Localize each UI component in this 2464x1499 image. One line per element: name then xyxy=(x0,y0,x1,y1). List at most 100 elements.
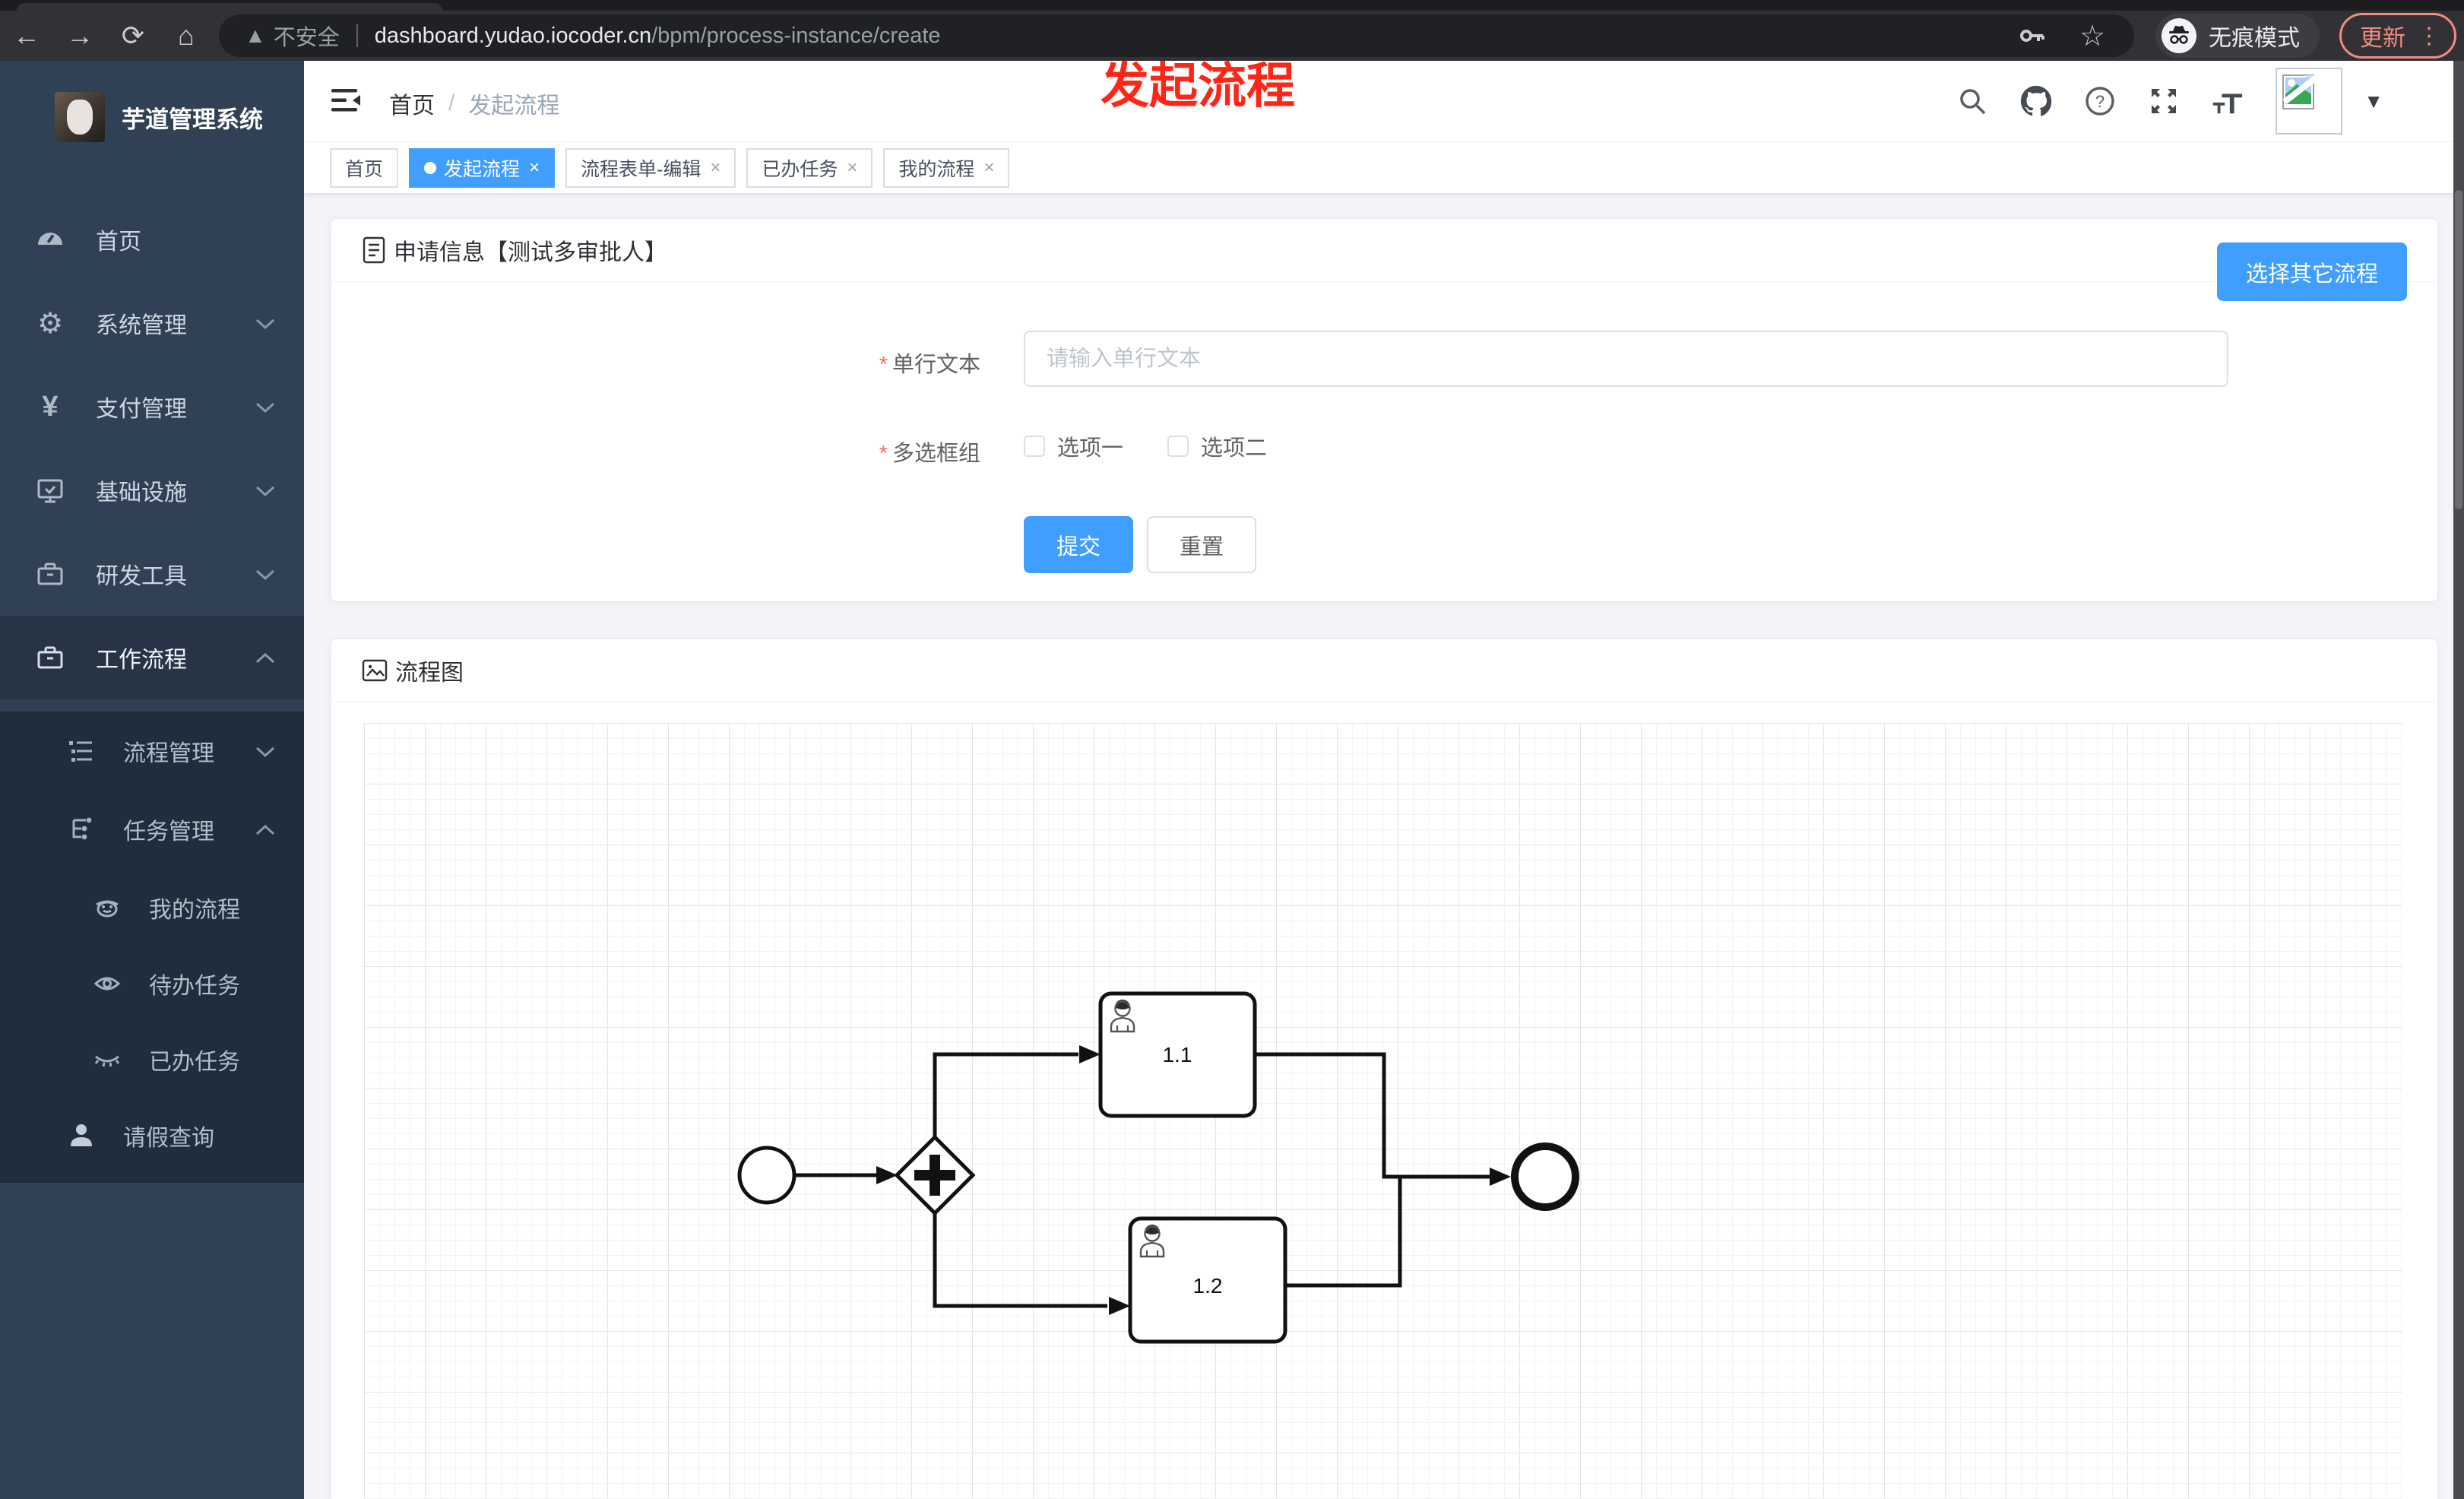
bpmn-parallel-gateway[interactable] xyxy=(894,1134,976,1216)
dashboard-icon xyxy=(35,224,65,255)
forward-icon[interactable]: → xyxy=(53,20,106,52)
url-domain: dashboard.yudao.iocoder.cn xyxy=(374,23,652,48)
required-asterisk: * xyxy=(879,353,888,377)
choose-other-process-button[interactable]: 选择其它流程 xyxy=(2217,242,2407,301)
monitor-icon xyxy=(35,475,65,505)
chevron-up-icon xyxy=(255,645,275,670)
sidebar-item-label: 待办任务 xyxy=(149,973,240,999)
sidebar-item-payment[interactable]: ¥ 支付管理 xyxy=(0,365,304,448)
checkbox-icon[interactable] xyxy=(1167,436,1189,457)
flow-task2-to-end xyxy=(1285,1177,1402,1288)
eye-closed-icon xyxy=(93,1045,122,1074)
browser-active-tab[interactable] xyxy=(17,3,442,11)
sidebar-item-workflow[interactable]: 工作流程 xyxy=(0,616,304,699)
sidebar-item-devtools[interactable]: 研发工具 xyxy=(0,532,304,616)
process-diagram-card: 流程图 1.1 1.2 xyxy=(331,639,2438,1499)
sidebar-item-done-tasks[interactable]: 已办任务 xyxy=(0,1020,304,1098)
app-logo-row[interactable]: 芋道管理系统 xyxy=(0,71,304,163)
fullscreen-icon[interactable] xyxy=(2148,85,2180,117)
bookmark-star-icon[interactable]: ☆ xyxy=(2076,20,2108,52)
tab-label: 发起流程 xyxy=(444,158,521,180)
omnibox-divider xyxy=(356,24,358,47)
single-text-input[interactable] xyxy=(1024,331,2228,387)
sidebar-item-home[interactable]: 首页 xyxy=(0,198,304,281)
face-icon xyxy=(93,893,122,922)
task-tree-icon xyxy=(67,815,96,844)
chevron-down-icon xyxy=(255,310,275,336)
sidebar-collapse-icon[interactable] xyxy=(331,87,362,114)
checkbox-label: 选项二 xyxy=(1201,436,1268,461)
back-icon[interactable]: ← xyxy=(0,20,53,52)
browser-menu-icon[interactable]: ⋮ xyxy=(2418,23,2440,49)
flow-task1-to-end xyxy=(1255,1052,1490,1179)
breadcrumb-current: 发起流程 xyxy=(468,93,560,119)
sidebar-submenu-workflow: 流程管理 任务管理 我的流程 待办任务 已办任务 请假查询 xyxy=(0,711,304,1183)
incognito-label: 无痕模式 xyxy=(2209,26,2300,51)
sidebar-item-label: 我的流程 xyxy=(149,897,240,923)
search-icon[interactable] xyxy=(1956,85,1988,117)
github-icon[interactable] xyxy=(2020,85,2052,117)
tab-done-tasks[interactable]: 已办任务 × xyxy=(746,147,873,188)
close-icon[interactable]: × xyxy=(529,157,540,179)
tab-create-process[interactable]: 发起流程 × xyxy=(409,147,556,188)
document-icon xyxy=(362,236,386,264)
sidebar-item-system[interactable]: ⚙ 系统管理 xyxy=(0,281,304,365)
password-key-icon[interactable] xyxy=(2016,20,2048,52)
sidebar-item-label: 任务管理 xyxy=(123,819,214,845)
tags-view-bar: 首页 发起流程 × 流程表单-编辑 × 已办任务 × 我的流程 × xyxy=(304,141,2464,193)
close-icon[interactable]: × xyxy=(847,157,857,179)
sidebar-item-leave-query[interactable]: 请假查询 xyxy=(0,1096,304,1174)
main-content: 申请信息【测试多审批人】 选择其它流程 *单行文本 *多选框组 选项一 选项二 xyxy=(304,193,2464,1499)
bpmn-canvas[interactable]: 1.1 1.2 xyxy=(364,723,2402,1499)
scrollbar-thumb[interactable] xyxy=(2455,190,2462,509)
sidebar-item-task-mgmt[interactable]: 任务管理 xyxy=(0,790,304,868)
tab-label: 已办任务 xyxy=(762,158,838,180)
close-icon[interactable]: × xyxy=(983,157,994,179)
sidebar-item-label: 基础设施 xyxy=(96,480,187,505)
chevron-down-icon xyxy=(255,561,275,587)
process-diagram-title: 流程图 xyxy=(395,661,464,686)
home-icon[interactable]: ⌂ xyxy=(160,20,213,52)
bpmn-user-task-1-2[interactable]: 1.2 xyxy=(1128,1216,1287,1344)
incognito-icon xyxy=(2162,18,2196,53)
sidebar-item-label: 流程管理 xyxy=(123,740,214,766)
checkbox-option-2[interactable]: 选项二 xyxy=(1167,430,1267,462)
page-scrollbar[interactable] xyxy=(2453,61,2464,1499)
sidebar-item-label: 研发工具 xyxy=(96,564,187,589)
sidebar-item-my-process[interactable]: 我的流程 xyxy=(0,868,304,946)
font-size-icon[interactable] xyxy=(2212,85,2244,117)
close-icon[interactable]: × xyxy=(710,157,721,179)
bpmn-end-event[interactable] xyxy=(1511,1142,1579,1211)
sidebar-item-infra[interactable]: 基础设施 xyxy=(0,448,304,532)
reload-icon[interactable]: ⟳ xyxy=(106,20,160,52)
tab-form-edit[interactable]: 流程表单-编辑 × xyxy=(565,147,736,188)
tab-my-process[interactable]: 我的流程 × xyxy=(883,147,1010,188)
reset-button[interactable]: 重置 xyxy=(1147,516,1256,573)
sidebar-item-todo-tasks[interactable]: 待办任务 xyxy=(0,944,304,1022)
checkbox-option-1[interactable]: 选项一 xyxy=(1024,430,1123,462)
sidebar-item-label: 首页 xyxy=(96,230,141,255)
bpmn-start-event[interactable] xyxy=(737,1146,797,1205)
flow-gateway-to-task1 xyxy=(933,1052,1078,1137)
process-diagram-card-header: 流程图 xyxy=(331,639,2437,702)
security-label[interactable]: 不安全 xyxy=(274,20,340,52)
help-icon[interactable]: ? xyxy=(2084,85,2116,117)
browser-window: ← → ⟳ ⌂ ▲ 不安全 dashboard.yudao.iocoder.cn… xyxy=(0,0,2464,1499)
update-button[interactable]: 更新 ⋮ xyxy=(2339,13,2456,59)
tab-home[interactable]: 首页 xyxy=(330,147,399,188)
field-label-checkbox-group: * 多选框组 xyxy=(879,442,980,466)
bpmn-user-task-1-1[interactable]: 1.1 xyxy=(1098,991,1257,1118)
avatar[interactable] xyxy=(2276,68,2343,135)
breadcrumb-home[interactable]: 首页 xyxy=(389,87,435,120)
update-label[interactable]: 更新 xyxy=(2360,19,2405,52)
url-path: /bpm/process-instance/create xyxy=(651,23,941,48)
submit-button[interactable]: 提交 xyxy=(1024,516,1133,573)
sidebar-item-label: 支付管理 xyxy=(96,397,187,422)
required-asterisk: * xyxy=(879,442,888,466)
eye-icon xyxy=(93,969,122,998)
checkbox-icon[interactable] xyxy=(1024,436,1045,457)
browser-tabstrip xyxy=(0,0,2464,11)
sidebar-item-label: 工作流程 xyxy=(96,648,187,673)
avatar-caret-icon[interactable]: ▼ xyxy=(2364,90,2383,113)
sidebar-item-process-mgmt[interactable]: 流程管理 xyxy=(0,711,304,790)
